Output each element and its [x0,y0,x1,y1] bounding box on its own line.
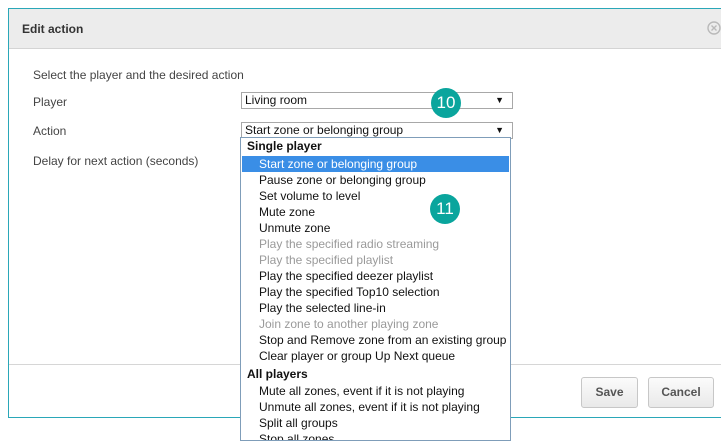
action-dropdown-list[interactable]: Single player Start zone or belonging gr… [240,137,511,441]
callout-badge-10: 10 [431,88,461,118]
dialog-titlebar: Edit action [9,9,721,49]
dropdown-option[interactable]: Stop and Remove zone from an existing gr… [242,332,509,348]
dropdown-option[interactable]: Split all groups [242,415,509,431]
save-button[interactable]: Save [581,377,638,408]
optgroup-single-player: Single player [247,139,322,153]
dropdown-arrow-icon: ▼ [495,95,504,105]
dropdown-arrow-icon: ▼ [495,125,504,135]
dropdown-option[interactable]: Clear player or group Up Next queue [242,348,509,364]
player-select-value: Living room [245,93,308,107]
dropdown-option: Join zone to another playing zone [259,317,439,331]
dropdown-option[interactable]: Play the specified Top10 selection [242,284,509,300]
dropdown-option[interactable]: Play the selected line-in [242,300,509,316]
dropdown-option[interactable]: Unmute all zones, event if it is not pla… [242,399,509,415]
dropdown-option[interactable]: Mute zone [242,204,509,220]
dropdown-option[interactable]: Unmute zone [242,220,509,236]
dropdown-option[interactable]: Start zone or belonging group [242,156,509,172]
dropdown-option: Play the specified radio streaming [259,237,440,251]
action-select-value: Start zone or belonging group [245,123,404,137]
dropdown-option[interactable]: Mute all zones, event if it is not playi… [242,383,509,399]
player-label: Player [33,95,68,109]
close-icon[interactable] [707,21,721,35]
dropdown-option[interactable]: Pause zone or belonging group [242,172,509,188]
delay-label: Delay for next action (seconds) [33,154,199,168]
dropdown-option: Play the specified playlist [259,253,394,267]
optgroup-all-players: All players [247,367,308,381]
instruction-text: Select the player and the desired action [33,68,244,82]
dialog-title: Edit action [22,22,84,36]
player-select[interactable]: Living room ▼ [241,92,513,109]
callout-badge-11: 11 [430,194,460,224]
dropdown-option[interactable]: Set volume to level [242,188,509,204]
cancel-button[interactable]: Cancel [648,377,714,408]
dropdown-option[interactable]: Play the specified deezer playlist [242,268,509,284]
dropdown-option[interactable]: Stop all zones [242,431,509,440]
action-label: Action [33,124,67,138]
